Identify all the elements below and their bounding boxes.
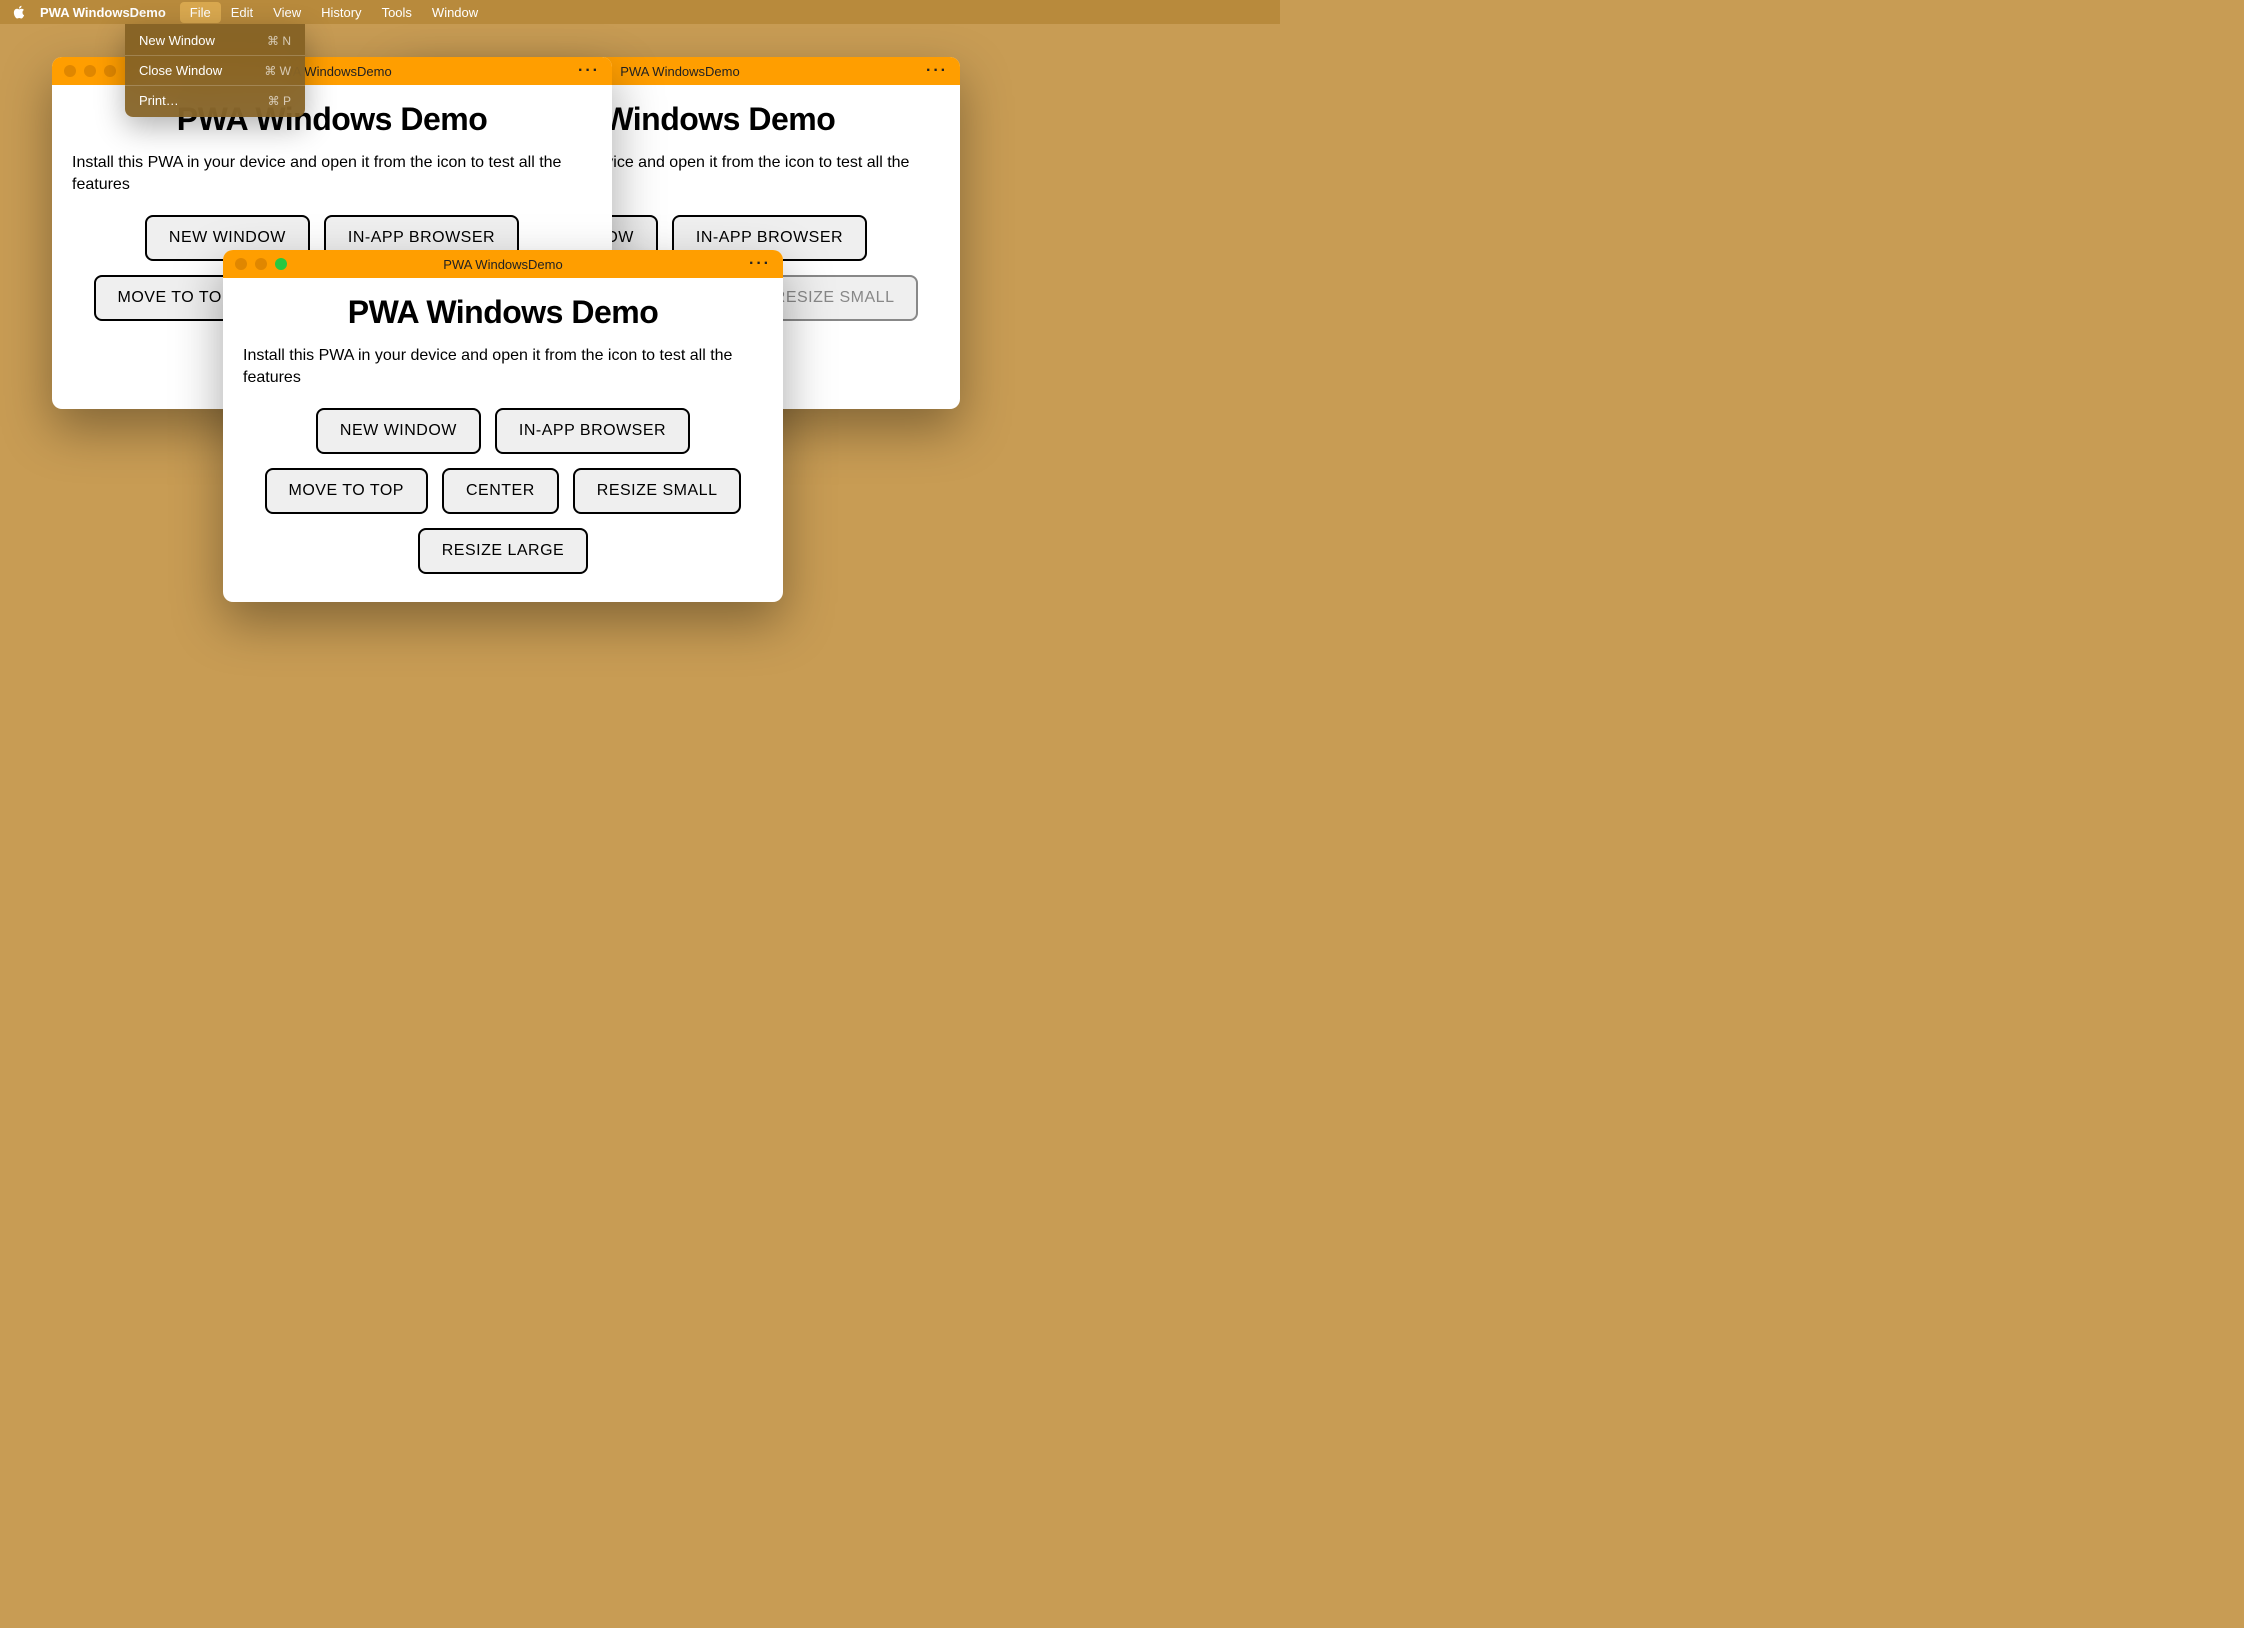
menu-item-new-window[interactable]: New Window ⌘ N bbox=[125, 28, 305, 53]
resize-small-button[interactable]: RESIZE SMALL bbox=[573, 468, 742, 514]
menu-item-shortcut: ⌘ W bbox=[264, 64, 291, 78]
menu-item-label: Close Window bbox=[139, 63, 222, 78]
menu-item-label: Print… bbox=[139, 93, 179, 108]
window-titlebar[interactable]: PWA WindowsDemo ··· bbox=[223, 250, 783, 278]
traffic-lights bbox=[235, 258, 287, 270]
traffic-lights bbox=[64, 65, 116, 77]
resize-large-button[interactable]: RESIZE LARGE bbox=[418, 528, 588, 574]
menu-separator bbox=[125, 55, 305, 56]
menu-separator bbox=[125, 85, 305, 86]
menu-item-shortcut: ⌘ N bbox=[267, 34, 291, 48]
menu-item-label: New Window bbox=[139, 33, 215, 48]
menubar-item-window[interactable]: Window bbox=[422, 2, 488, 23]
menubar-item-file[interactable]: File bbox=[180, 2, 221, 23]
menubar-item-history[interactable]: History bbox=[311, 2, 371, 23]
more-icon[interactable]: ··· bbox=[749, 256, 771, 272]
close-icon[interactable] bbox=[64, 65, 76, 77]
page-description: Install this PWA in your device and open… bbox=[72, 152, 592, 197]
apple-logo-icon[interactable] bbox=[12, 5, 26, 19]
more-icon[interactable]: ··· bbox=[926, 63, 948, 79]
menu-item-print[interactable]: Print… ⌘ P bbox=[125, 88, 305, 113]
minimize-icon[interactable] bbox=[84, 65, 96, 77]
app-window-3-active: PWA WindowsDemo ··· PWA Windows Demo Ins… bbox=[223, 250, 783, 602]
minimize-icon[interactable] bbox=[255, 258, 267, 270]
window-content: PWA Windows Demo Install this PWA in you… bbox=[223, 278, 783, 602]
new-window-button[interactable]: NEW WINDOW bbox=[316, 408, 481, 454]
menubar: PWA WindowsDemo File Edit View History T… bbox=[0, 0, 1280, 24]
button-grid: NEW WINDOW IN-APP BROWSER MOVE TO TOP CE… bbox=[243, 408, 763, 574]
menubar-item-view[interactable]: View bbox=[263, 2, 311, 23]
maximize-icon[interactable] bbox=[104, 65, 116, 77]
menu-item-shortcut: ⌘ P bbox=[268, 94, 291, 108]
window-title: PWA WindowsDemo bbox=[223, 257, 783, 272]
maximize-icon[interactable] bbox=[275, 258, 287, 270]
page-description: Install this PWA in your device and open… bbox=[243, 345, 763, 390]
menu-item-close-window[interactable]: Close Window ⌘ W bbox=[125, 58, 305, 83]
menubar-item-tools[interactable]: Tools bbox=[372, 2, 422, 23]
file-menu-dropdown: New Window ⌘ N Close Window ⌘ W Print… ⌘… bbox=[125, 24, 305, 117]
close-icon[interactable] bbox=[235, 258, 247, 270]
more-icon[interactable]: ··· bbox=[578, 63, 600, 79]
in-app-browser-button[interactable]: IN-APP BROWSER bbox=[495, 408, 690, 454]
menubar-item-edit[interactable]: Edit bbox=[221, 2, 263, 23]
menubar-app-name[interactable]: PWA WindowsDemo bbox=[40, 5, 166, 20]
page-title: PWA Windows Demo bbox=[243, 294, 763, 331]
move-to-top-button[interactable]: MOVE TO TOP bbox=[265, 468, 428, 514]
center-button[interactable]: CENTER bbox=[442, 468, 559, 514]
